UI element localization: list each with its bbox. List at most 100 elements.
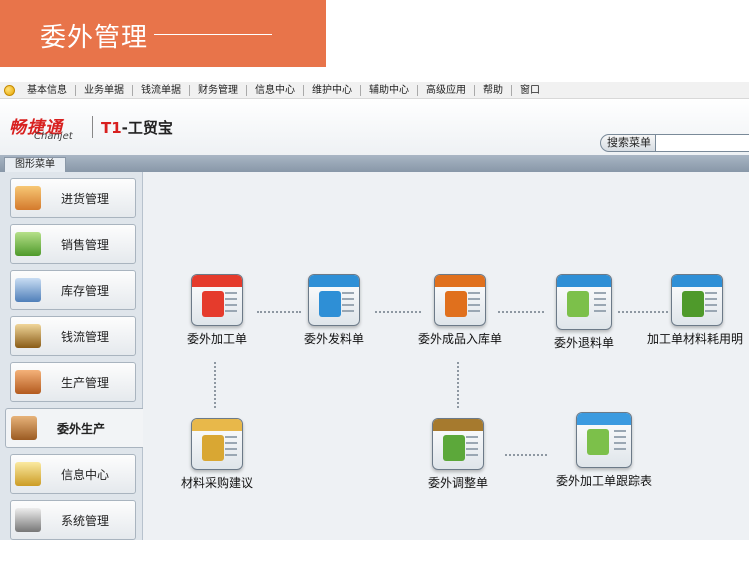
menu-item-cash-docs[interactable]: 钱流单据 <box>133 84 190 96</box>
workflow-node-label: 委外调整单 <box>427 476 488 490</box>
icon-glyph <box>443 435 465 461</box>
icon-glyph <box>682 291 704 317</box>
menu-item-window[interactable]: 窗口 <box>512 85 548 96</box>
icon-lines <box>468 292 480 316</box>
menu-item-info-center[interactable]: 信息中心 <box>247 84 304 96</box>
icon-header <box>309 275 359 287</box>
connector-line <box>457 362 459 408</box>
connector-line <box>505 454 547 456</box>
icon-lines <box>225 436 237 460</box>
application-window: 基本信息 业务单据 钱流单据 财务管理 信息中心 维护中心 辅助中心 高级应用 … <box>0 82 749 540</box>
product-name: T1-工贸宝 <box>101 117 173 138</box>
app-logo-icon <box>4 84 15 96</box>
sidebar-item-system[interactable]: 系统管理 <box>10 500 136 540</box>
icon-header <box>577 413 631 425</box>
sidebar-item-inventory[interactable]: 库存管理 <box>10 270 136 310</box>
menu-item-basic-info[interactable]: 基本信息 <box>19 84 76 96</box>
menu-item-auxiliary[interactable]: 辅助中心 <box>361 84 418 96</box>
outsource-order-icon <box>191 274 243 326</box>
banner-underline <box>154 34 272 35</box>
sidebar-item-cash-flow[interactable]: 钱流管理 <box>10 316 136 356</box>
icon-header <box>672 275 722 287</box>
sidebar-item-purchase[interactable]: 进货管理 <box>10 178 136 218</box>
brand-logo-en: Chanjet <box>34 131 73 142</box>
icon-lines <box>705 292 717 316</box>
outsource-issue-icon <box>308 274 360 326</box>
search-menu-label: 搜索菜单 <box>600 134 658 152</box>
product-name-rest: -工贸宝 <box>121 119 173 137</box>
menu-item-maintenance[interactable]: 维护中心 <box>304 84 361 96</box>
workflow-node-label: 材料采购建议 <box>180 476 253 490</box>
purchase-suggestion-icon <box>191 418 243 470</box>
workflow-node-outsource-order[interactable]: 委外加工单 <box>183 274 251 347</box>
icon-lines <box>342 292 354 316</box>
menu-item-finance[interactable]: 财务管理 <box>190 84 247 96</box>
menu-bar: 基本信息 业务单据 钱流单据 财务管理 信息中心 维护中心 辅助中心 高级应用 … <box>0 82 749 99</box>
menu-item-advanced[interactable]: 高级应用 <box>418 84 475 96</box>
product-name-t1: T1 <box>101 119 122 137</box>
banner-title: 委外管理 <box>40 23 149 53</box>
purchase-icon <box>15 186 41 210</box>
icon-lines <box>614 430 626 454</box>
icon-glyph <box>587 429 609 455</box>
workflow-node-outsource-issue[interactable]: 委外发料单 <box>300 274 368 347</box>
workflow-canvas: 委外加工单 委外发料单 委外成品入库单 委外退料单 加工单材料耗用明 材料采购建… <box>143 172 749 540</box>
info-center-icon <box>15 462 41 486</box>
icon-header <box>192 275 242 287</box>
sidebar-item-label: 库存管理 <box>61 283 110 298</box>
workflow-node-purchase-suggestion[interactable]: 材料采购建议 <box>179 418 255 491</box>
sidebar-item-production[interactable]: 生产管理 <box>10 362 136 402</box>
workflow-node-label: 委外发料单 <box>303 332 364 346</box>
icon-lines <box>594 292 606 316</box>
workflow-node-outsource-adjust[interactable]: 委外调整单 <box>423 418 493 491</box>
outsource-production-icon <box>11 416 37 440</box>
sidebar-item-outsource-production[interactable]: 委外生产 <box>5 408 144 448</box>
sidebar-item-sales[interactable]: 销售管理 <box>10 224 136 264</box>
brand-divider <box>92 116 93 138</box>
sidebar: 进货管理 销售管理 库存管理 钱流管理 生产管理 委外生产 信息中心 系统管理 <box>0 172 144 540</box>
cash-flow-icon <box>15 324 41 348</box>
icon-header <box>557 275 611 287</box>
outsource-return-icon <box>556 274 612 330</box>
inventory-icon <box>15 278 41 302</box>
sidebar-item-label: 委外生产 <box>57 421 106 436</box>
sidebar-item-label: 钱流管理 <box>61 329 110 344</box>
sidebar-item-label: 销售管理 <box>61 237 110 252</box>
icon-header <box>433 419 483 431</box>
icon-lines <box>466 436 478 460</box>
sidebar-item-label: 生产管理 <box>61 375 110 390</box>
icon-header <box>192 419 242 431</box>
page-root: 委外管理 基本信息 业务单据 钱流单据 财务管理 信息中心 维护中心 辅助中心 … <box>0 0 749 567</box>
tab-graphic-menu[interactable]: 图形菜单 <box>4 157 66 172</box>
icon-glyph <box>202 435 224 461</box>
tab-bar: 图形菜单 <box>0 155 749 172</box>
system-settings-icon <box>15 508 41 532</box>
section-banner: 委外管理 <box>0 0 326 67</box>
menu-item-business-docs[interactable]: 业务单据 <box>76 84 133 96</box>
workflow-node-label: 委外加工单跟踪表 <box>555 474 652 488</box>
sidebar-item-label: 系统管理 <box>61 513 110 528</box>
workflow-node-outsource-receipt[interactable]: 委外成品入库单 <box>415 274 505 347</box>
outsource-receipt-icon <box>434 274 486 326</box>
sidebar-item-info-center[interactable]: 信息中心 <box>10 454 136 494</box>
sales-basket-icon <box>15 232 41 256</box>
connector-line <box>257 311 301 313</box>
material-consumption-icon <box>671 274 723 326</box>
icon-header <box>435 275 485 287</box>
icon-glyph <box>567 291 589 317</box>
outsource-adjust-icon <box>432 418 484 470</box>
icon-glyph <box>202 291 224 317</box>
production-icon <box>15 370 41 394</box>
menu-item-help[interactable]: 帮助 <box>475 84 512 96</box>
sidebar-item-label: 信息中心 <box>61 467 110 482</box>
workflow-node-material-consumption[interactable]: 加工单材料耗用明 <box>647 274 747 347</box>
search-menu-input[interactable] <box>655 134 749 152</box>
workflow-node-outsource-return[interactable]: 委外退料单 <box>547 274 621 351</box>
connector-line <box>214 362 216 408</box>
workflow-node-order-tracking[interactable]: 委外加工单跟踪表 <box>549 412 659 489</box>
icon-lines <box>225 292 237 316</box>
order-tracking-icon <box>576 412 632 468</box>
icon-glyph <box>319 291 341 317</box>
icon-glyph <box>445 291 467 317</box>
workflow-node-label: 加工单材料耗用明 <box>647 332 744 346</box>
